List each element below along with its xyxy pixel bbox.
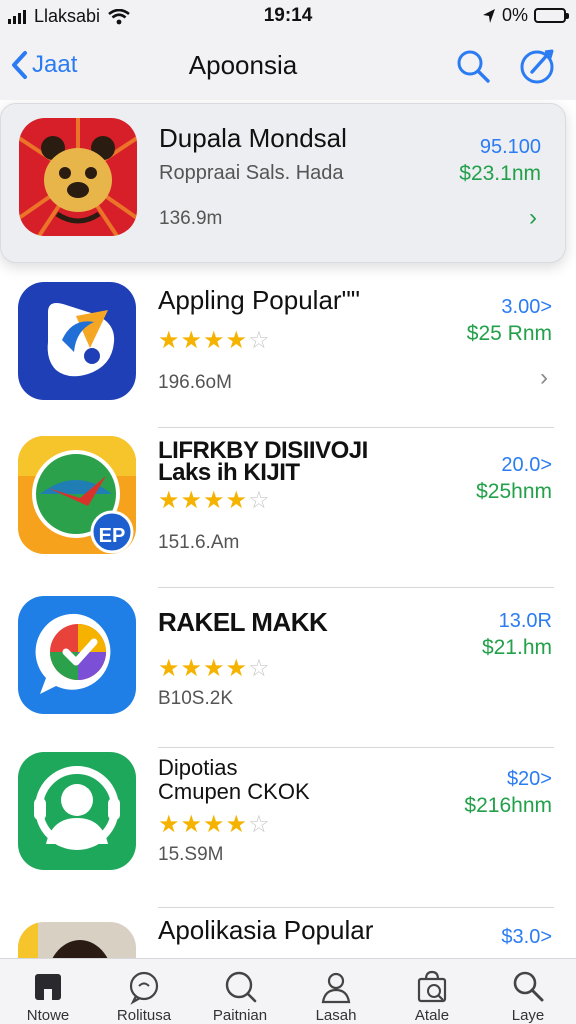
app-size: 15.S9M — [158, 844, 224, 865]
star-filled-icon: ★ — [180, 327, 204, 354]
app-name: RAKEL MAKK — [158, 607, 328, 637]
status-right: 0% — [482, 5, 569, 26]
chat-bubble-icon — [129, 971, 159, 1005]
tab-laye[interactable]: Laye — [480, 959, 576, 1024]
tab-atale[interactable]: Atale — [384, 959, 480, 1024]
star-empty-icon: ☆ — [248, 811, 271, 838]
star-rating: ★★★★☆ — [158, 326, 271, 355]
app-size: 136.9m — [159, 208, 223, 229]
app-size: B10S.2K — [158, 688, 233, 709]
tab-bar: Ntowe Rolitusa Paitnian Lasah Atale Laye — [0, 958, 576, 1024]
app-price-bottom: $216hnm — [464, 794, 552, 817]
battery-icon — [534, 8, 569, 23]
app-name: Dipotias Cmupen CKOK — [158, 755, 310, 804]
tab-home[interactable]: Ntowe — [0, 959, 96, 1024]
star-empty-icon: ☆ — [248, 487, 271, 514]
app-name: Apolikasia Popular — [158, 915, 374, 945]
tab-label: Rolitusa — [116, 1007, 172, 1024]
star-filled-icon: ★ — [158, 487, 181, 514]
app-list-item-featured[interactable]: Dupala Mondsal Roppraai Sals. Hada 136.9… — [0, 103, 566, 263]
star-filled-icon: ★ — [158, 811, 181, 838]
compose-icon[interactable] — [518, 46, 556, 84]
app-price-top[interactable]: 13.0R — [499, 610, 552, 633]
app-list-item[interactable]: RAKEL MAKK ★★★★☆ B10S.2K 13.0R $21.hm — [0, 588, 576, 748]
app-list-item[interactable]: Appling Popular"" ★★★★☆ 196.6oM 3.00> $2… — [0, 268, 576, 428]
chat-check-icon — [18, 596, 136, 714]
chevron-right-icon[interactable]: › — [529, 204, 537, 232]
page-title: Apoonsia — [188, 50, 298, 80]
status-bar: Llaksabi 19:14 0% — [0, 0, 576, 34]
location-arrow-icon — [482, 8, 495, 23]
tab-rolitusa[interactable]: Rolitusa — [96, 959, 192, 1024]
app-price-top[interactable]: 95.100 — [480, 136, 541, 159]
star-filled-icon: ★ — [225, 655, 249, 682]
star-filled-icon: ★ — [158, 655, 181, 682]
app-badge: EP — [98, 524, 126, 547]
star-filled-icon: ★ — [203, 327, 226, 354]
home-icon — [35, 974, 61, 1000]
app-list: Dupala Mondsal Roppraai Sals. Hada 136.9… — [0, 100, 576, 958]
app-price-top[interactable]: $20> — [507, 768, 552, 791]
search-icon — [513, 971, 544, 1002]
tab-paitnian[interactable]: Paitnian — [192, 959, 288, 1024]
app-name: Dupala Mondsal — [159, 123, 347, 153]
app-price-bottom: $21.hm — [481, 636, 552, 659]
app-list-item[interactable]: EP LIFRKBY DISIIVOJI Laks ih KIJIT ★★★★☆… — [0, 428, 576, 588]
app-price-top[interactable]: 3.00> — [501, 296, 552, 319]
chevron-right-icon[interactable]: › — [540, 364, 548, 392]
app-subtitle: Roppraai Sals. Hada — [159, 162, 344, 184]
tab-label: Lasah — [315, 1007, 357, 1024]
app-price-bottom: $25 Rnm — [466, 322, 552, 345]
app-size: 151.6.Am — [158, 532, 240, 553]
tab-label: Laye — [511, 1007, 545, 1024]
app-price-bottom: $23.1nm — [459, 162, 541, 185]
store-icon — [417, 970, 447, 1003]
star-rating: ★★★★☆ — [158, 810, 271, 839]
app-name: Appling Popular"" — [158, 285, 361, 315]
app-price-top[interactable]: 20.0> — [501, 454, 552, 477]
app-price-bottom: $25hnm — [476, 480, 552, 503]
star-empty-icon: ☆ — [248, 327, 271, 354]
app-name: LIFRKBY DISIIVOJI Laks ih KIJIT — [158, 437, 368, 486]
battery-percent: 0% — [501, 5, 528, 25]
star-filled-icon: ★ — [225, 487, 249, 514]
star-filled-icon: ★ — [225, 811, 249, 838]
star-filled-icon: ★ — [180, 811, 204, 838]
search-icon[interactable] — [455, 48, 491, 84]
star-empty-icon: ☆ — [248, 655, 271, 682]
star-filled-icon: ★ — [203, 487, 226, 514]
star-rating: ★★★★☆ — [158, 654, 271, 683]
star-filled-icon: ★ — [203, 655, 226, 682]
tab-label: Ntowe — [26, 1007, 70, 1024]
app-price-top[interactable]: $3.0> — [501, 926, 552, 949]
bear-icon — [19, 118, 137, 236]
tab-label: Atale — [414, 1007, 450, 1024]
star-filled-icon: ★ — [158, 327, 181, 354]
app-list-item[interactable]: Apolikasia Popular $3.0> — [0, 908, 576, 958]
star-filled-icon: ★ — [203, 811, 226, 838]
navigation-bar: Jaat Apoonsia — [0, 34, 576, 100]
tab-lasah[interactable]: Lasah — [288, 959, 384, 1024]
app-size: 196.6oM — [158, 372, 232, 393]
tab-label: Paitnian — [212, 1007, 268, 1024]
star-filled-icon: ★ — [180, 655, 204, 682]
star-filled-icon: ★ — [180, 487, 204, 514]
portrait-icon — [18, 922, 136, 958]
star-filled-icon: ★ — [225, 327, 249, 354]
search-bubble-icon — [225, 971, 257, 1003]
b-logo-icon — [18, 282, 136, 400]
app-list-item[interactable]: Dipotias Cmupen CKOK ★★★★☆ 15.S9M $20> $… — [0, 748, 576, 908]
person-icon — [321, 972, 351, 1004]
person-headset-icon — [18, 752, 136, 870]
star-rating: ★★★★☆ — [158, 486, 271, 515]
